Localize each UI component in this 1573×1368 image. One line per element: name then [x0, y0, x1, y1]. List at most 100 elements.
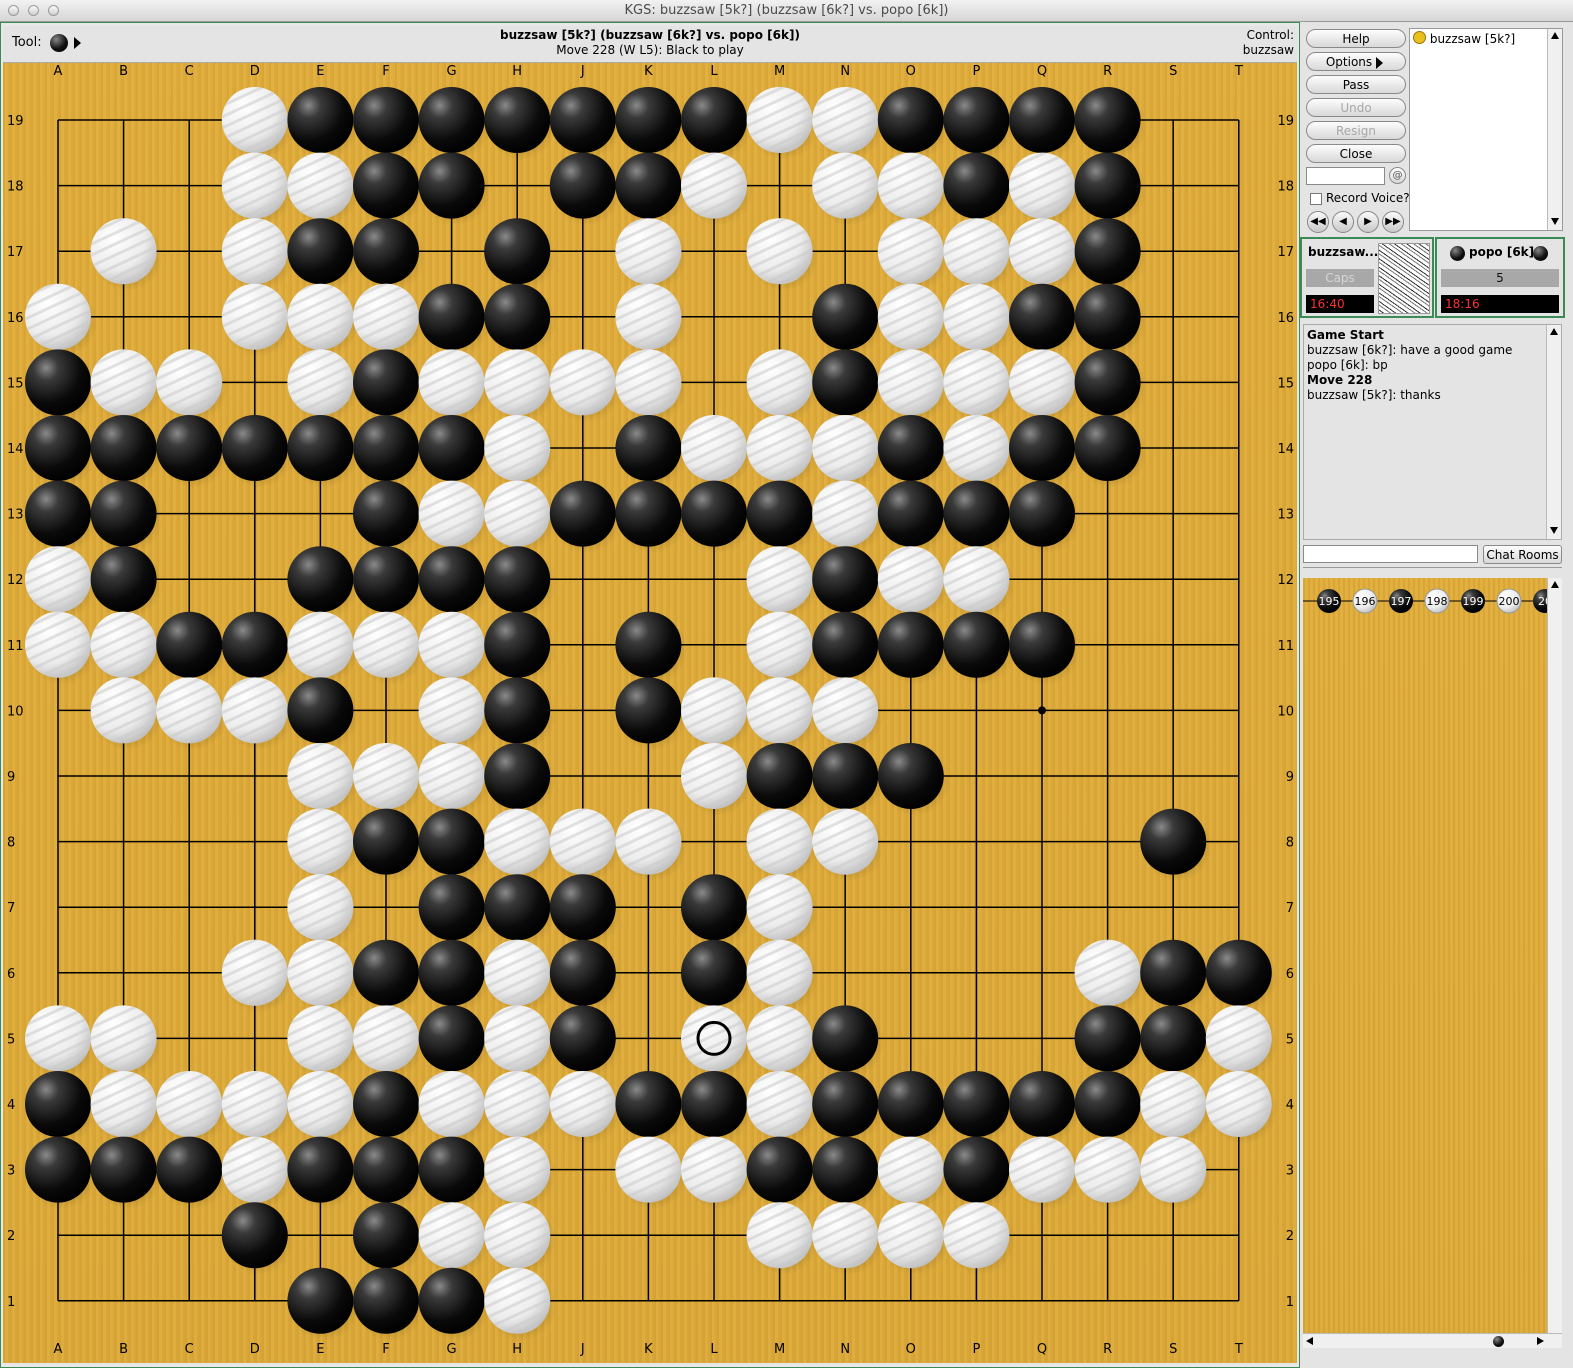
window-title: KGS: buzzsaw [5k?] (buzzsaw [6k?] vs. po…	[624, 3, 949, 18]
white-stone	[812, 152, 885, 226]
rewind-start-button[interactable]: ◀◀	[1307, 211, 1329, 233]
chat-scrollbar[interactable]	[1546, 325, 1561, 539]
white-stone	[746, 939, 819, 1013]
white-stone	[1009, 218, 1081, 292]
black-stone	[812, 1136, 885, 1210]
scroll-thumb[interactable]	[1493, 1336, 1504, 1347]
user-list[interactable]: buzzsaw [5k?]	[1409, 28, 1563, 231]
close-button[interactable]: Close	[1306, 144, 1406, 163]
white-stone	[549, 349, 622, 423]
scroll-left-icon[interactable]	[1306, 1337, 1313, 1345]
column-label: O	[906, 1342, 916, 1357]
black-stone	[418, 283, 491, 357]
column-label: C	[185, 64, 194, 79]
scroll-down-icon[interactable]	[1551, 218, 1559, 225]
move-tree-node[interactable]: 198	[1424, 588, 1450, 614]
column-label: P	[972, 64, 980, 79]
white-stone	[484, 480, 557, 554]
row-label: 19	[1277, 114, 1294, 129]
row-label: 13	[7, 508, 24, 523]
white-stone	[943, 283, 1016, 357]
record-voice-checkbox[interactable]	[1310, 193, 1322, 205]
black-stone	[1074, 283, 1147, 357]
black-stone	[549, 152, 622, 226]
white-stone	[156, 349, 229, 423]
black-stone	[353, 87, 425, 160]
column-label: G	[447, 1342, 457, 1357]
row-label: 16	[1277, 311, 1294, 326]
black-stone	[1140, 939, 1213, 1013]
forward-button[interactable]: ▶	[1357, 211, 1379, 233]
user-list-scrollbar[interactable]	[1547, 29, 1562, 230]
control-label: Control:	[1246, 28, 1294, 42]
game-title: buzzsaw [5k?] (buzzsaw [6k?] vs. popo [6…	[500, 28, 800, 42]
move-tree-node[interactable]: 200	[1496, 588, 1522, 614]
white-stone	[746, 415, 819, 488]
undo-button[interactable]: Undo	[1306, 98, 1406, 117]
column-label: L	[710, 64, 718, 79]
black-stone	[353, 546, 425, 620]
chat-rooms-button[interactable]: Chat Rooms	[1483, 545, 1562, 564]
black-stone	[353, 349, 425, 423]
scroll-up-icon[interactable]	[1551, 581, 1559, 588]
forward-end-button[interactable]: ▶▶	[1382, 211, 1404, 233]
resign-button[interactable]: Resign	[1306, 121, 1406, 140]
search-field[interactable]	[1306, 167, 1385, 185]
help-button[interactable]: Help	[1306, 29, 1406, 48]
black-stone	[812, 1005, 885, 1079]
move-tree-node[interactable]: 195	[1317, 589, 1341, 613]
black-stone	[615, 677, 688, 751]
white-stone	[1140, 1136, 1213, 1210]
scroll-up-icon[interactable]	[1551, 32, 1559, 39]
move-tree[interactable]: 195 196 197 198 199 200 20	[1303, 578, 1562, 1348]
white-stone	[484, 1005, 557, 1079]
chat-input[interactable]	[1303, 545, 1478, 563]
move-tree-node[interactable]: 196	[1352, 588, 1378, 614]
white-stone	[484, 1071, 557, 1144]
white-stone	[156, 677, 229, 751]
white-stone	[877, 1136, 950, 1210]
user-list-item[interactable]: buzzsaw [5k?]	[1413, 31, 1515, 46]
black-stone	[812, 743, 885, 816]
black-stone-icon	[1533, 246, 1548, 261]
move-tree-h-scrollbar[interactable]	[1303, 1333, 1562, 1348]
black-stone	[1074, 218, 1147, 292]
row-label: 19	[7, 114, 24, 129]
back-button[interactable]: ◀	[1332, 211, 1354, 233]
black-stone	[1074, 1005, 1147, 1079]
white-stone	[746, 611, 819, 685]
move-tree-canvas[interactable]: 195 196 197 198 199 200 20	[1303, 578, 1562, 1348]
white-stone	[812, 677, 885, 751]
black-stone	[418, 1136, 491, 1210]
move-tree-node[interactable]: 199	[1461, 589, 1485, 613]
black-stone	[287, 218, 360, 292]
go-board[interactable]: A A B B C C D D E E F F G G H H J J K K L L M M N N O O P P Q Q R R S S T T 19…	[3, 63, 1297, 1363]
chat-line: popo [6k]: bp	[1307, 358, 1388, 372]
black-stone	[287, 87, 360, 160]
black-player-caps: 5	[1441, 269, 1559, 287]
chat-line: Game Start	[1307, 328, 1384, 342]
white-stone	[877, 349, 950, 423]
black-stone	[1009, 87, 1081, 160]
search-icon[interactable]: @	[1389, 167, 1406, 184]
move-tree-node[interactable]: 197	[1389, 589, 1413, 613]
scroll-right-icon[interactable]	[1537, 1337, 1544, 1345]
pass-button[interactable]: Pass	[1306, 75, 1406, 94]
scroll-up-icon[interactable]	[1550, 328, 1558, 335]
black-stone	[1074, 87, 1147, 160]
black-stone	[287, 1136, 360, 1210]
column-label: S	[1169, 1342, 1177, 1357]
white-stone	[746, 808, 819, 882]
chat-log[interactable]: Game Start buzzsaw [6k?]: have a good gam…	[1303, 324, 1562, 540]
go-board-canvas[interactable]: AABBCCDDEEFFGGHHJJKKLLMMNNOOPPQQRRSSTT19…	[3, 63, 1297, 1363]
move-tree-scrollbar[interactable]	[1547, 578, 1562, 1348]
row-label: 5	[7, 1032, 15, 1047]
divider-handle[interactable]	[1303, 567, 1562, 574]
row-label: 8	[1286, 836, 1294, 851]
black-stone	[681, 939, 753, 1013]
white-stone	[681, 415, 753, 488]
column-label: J	[580, 64, 585, 79]
white-stone	[353, 1005, 425, 1079]
scroll-down-icon[interactable]	[1550, 527, 1558, 534]
options-button[interactable]: Options	[1306, 52, 1406, 71]
